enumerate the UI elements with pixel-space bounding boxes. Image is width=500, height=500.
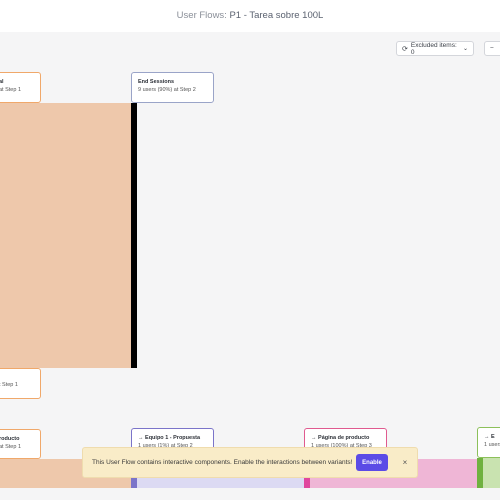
end-sessions-bar	[131, 103, 137, 368]
header: User Flows: P1 - Tarea sobre 100L	[0, 0, 500, 32]
node-title: → Página de producto	[311, 435, 370, 441]
node-title: End Sessions	[138, 79, 175, 85]
end-sessions-node[interactable]: End Sessions 9 users (90%) at Step 2	[131, 72, 214, 103]
node-title: al	[0, 79, 4, 85]
step1-node-top[interactable]: al at Step 1	[0, 72, 41, 103]
node-subtitle: at Step 1	[0, 87, 22, 93]
node-subtitle: at Step 1	[0, 444, 22, 450]
minus-icon: −	[490, 45, 494, 52]
title-prefix: User Flows:	[176, 10, 227, 21]
node-title: → E	[484, 434, 495, 440]
node-subtitle: 1 users	[484, 442, 500, 448]
excluded-items-label: Excluded items: 0	[410, 41, 457, 56]
zoom-out-button[interactable]: −	[484, 41, 500, 56]
flow-name: P1 - Tarea sobre 100L	[229, 10, 324, 21]
interactive-components-banner: This User Flow contains interactive comp…	[82, 447, 418, 478]
excluded-items-button[interactable]: ⟳ Excluded items: 0 ⌄	[396, 41, 474, 56]
banner-message: This User Flow contains interactive comp…	[92, 459, 353, 466]
node-title: → Equipo 1 - Propuesta	[138, 435, 201, 441]
step1-node-mid[interactable]: t Step 1	[0, 368, 41, 399]
close-icon[interactable]: ×	[398, 458, 412, 467]
node-subtitle: 9 users (90%) at Step 2	[138, 87, 196, 93]
node-title: roducto	[0, 436, 20, 442]
page-title: User Flows: P1 - Tarea sobre 100L	[0, 10, 500, 21]
flow-band-green	[483, 458, 500, 488]
right-edge-node[interactable]: → E 1 users	[477, 427, 500, 458]
chevron-down-icon: ⌄	[462, 46, 468, 52]
enable-button[interactable]: Enable	[356, 454, 388, 471]
refresh-icon: ⟳	[402, 45, 408, 53]
node-subtitle: t Step 1	[0, 382, 18, 388]
producto-node[interactable]: roducto at Step 1	[0, 429, 41, 459]
flow-band-orange	[0, 103, 131, 368]
